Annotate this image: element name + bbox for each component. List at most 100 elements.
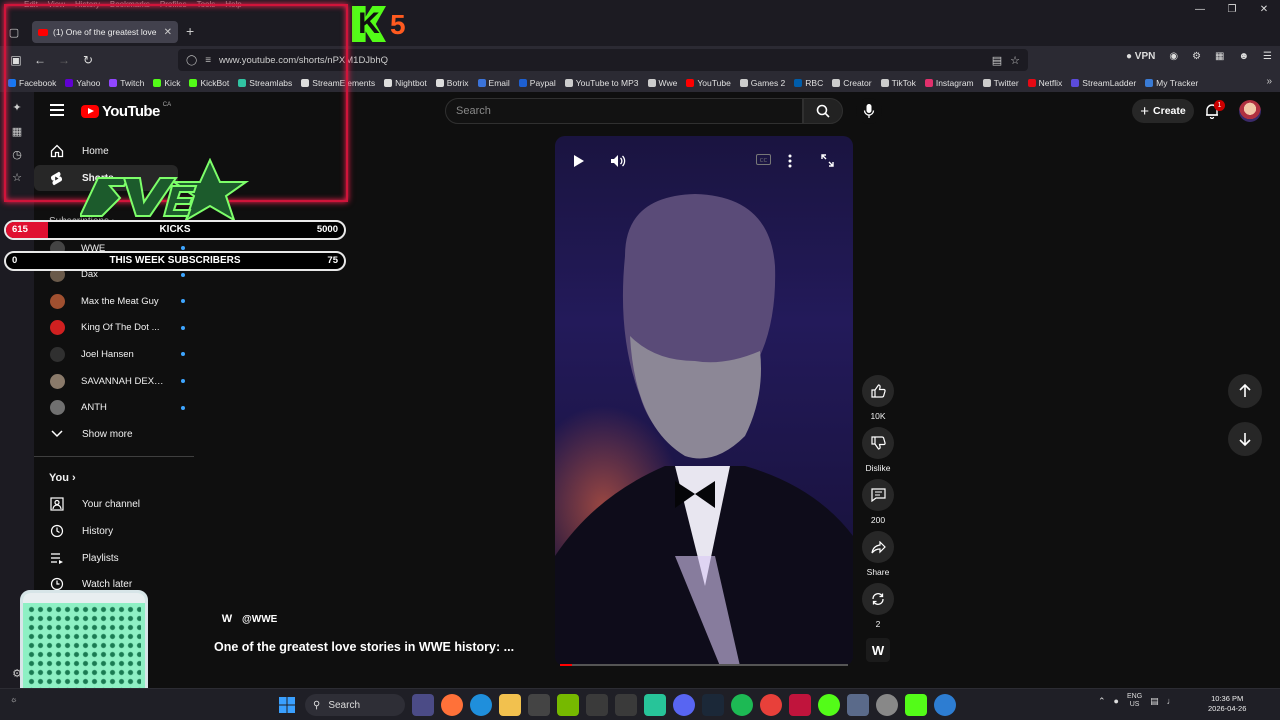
bookmark-item[interactable]: My Tracker [1145,78,1198,88]
bookmark-item[interactable]: Wwe [647,78,677,88]
bookmark-item[interactable]: Paypal [518,78,556,88]
bookmark-item[interactable]: Twitter [982,78,1019,88]
chevron-down-icon [49,427,64,442]
language-indicator[interactable]: ENG US [1127,693,1142,709]
bookmark-item[interactable]: Botrix [435,78,469,88]
kick-extension-icon[interactable]: ◉ [1169,51,1178,62]
restore-icon[interactable]: ❐ [1216,0,1248,18]
app-icon[interactable] [789,694,811,716]
vpn-button[interactable]: ● VPN [1126,51,1155,62]
menu-icon[interactable]: ☰ [1263,51,1272,62]
copilot-icon[interactable] [412,694,434,716]
bookmark-item[interactable]: RBC [794,78,823,88]
app-icon[interactable] [586,694,608,716]
bookmark-item[interactable]: StreamLadder [1071,78,1136,88]
sidebar-subscription-item[interactable]: Max the Meat Guy [34,288,194,314]
bookmark-item[interactable]: Email [477,78,510,88]
spotify-icon[interactable] [731,694,753,716]
bookmark-favicon-icon [794,79,803,87]
store-icon[interactable] [528,694,550,716]
app-icon[interactable] [934,694,956,716]
account-icon[interactable]: ☻ [1239,51,1250,62]
close-window-icon[interactable]: ✕ [1248,0,1280,18]
bookmark-label: Instagram [935,78,974,88]
sidebar-subscription-item[interactable]: SAVANNAH DEXTER [34,368,194,394]
minimize-icon[interactable]: — [1184,0,1216,18]
windows-taskbar: ☼ ⚲ Search ⌃ ● ENG US ▤ ♩ 10:36 PM 2026-… [0,688,1280,720]
previous-short-button[interactable] [1228,374,1262,408]
you-heading[interactable]: You › [49,472,76,484]
firefox-icon[interactable] [441,694,463,716]
app-icon[interactable] [615,694,637,716]
bookmark-star-icon[interactable]: ☆ [1010,54,1020,67]
plus-icon: + [1140,102,1150,120]
dislike-button[interactable] [862,427,894,459]
play-button[interactable] [573,154,591,172]
bookmarks-overflow-icon[interactable]: » [1266,76,1272,87]
more-options-button[interactable] [788,154,806,172]
shorts-video-player[interactable]: CC [555,136,853,666]
share-button[interactable] [862,531,894,563]
extensions-icon[interactable]: ⚙ [1192,51,1201,62]
sidebar-item-your-channel[interactable]: Your channel [34,491,178,517]
avatar[interactable] [1239,100,1261,122]
extension-counter-icon[interactable]: ▦ [1215,51,1224,62]
sidebar-item-history[interactable]: History [34,518,178,544]
fullscreen-button[interactable] [821,154,839,172]
tray-chevron-up-icon[interactable]: ⌃ [1098,696,1106,707]
network-icon[interactable]: ▤ [1150,696,1159,707]
bookmark-favicon-icon [1071,79,1080,87]
bookmark-label: YouTube [697,78,731,88]
captions-button[interactable]: CC [756,154,774,172]
channel-handle[interactable]: @WWE [242,614,277,625]
new-content-dot [181,405,185,410]
bookmark-favicon-icon [647,79,656,87]
reader-view-icon[interactable]: ▤ [992,54,1002,67]
bookmark-label: Nightbot [395,78,427,88]
edge-icon[interactable] [470,694,492,716]
create-button[interactable]: + Create [1132,99,1194,123]
channel-avatar [50,293,65,309]
bookmark-item[interactable]: Nightbot [384,78,427,88]
bookmark-item[interactable]: Games 2 [739,78,785,88]
volume-tray-icon[interactable]: ♩ [1167,696,1176,706]
remix-button[interactable] [862,583,894,615]
like-button[interactable] [862,375,894,407]
app-icon[interactable] [760,694,782,716]
short-title[interactable]: One of the greatest love stories in WWE … [214,640,514,654]
voice-search-button[interactable] [856,98,882,124]
taskbar-clock[interactable]: 10:36 PM 2026-04-26 [1208,694,1246,714]
sidebar-subscription-item[interactable]: Joel Hansen [34,341,194,367]
sidebar-subscription-item[interactable]: ANTH [34,395,194,421]
taskbar-search[interactable]: ⚲ Search [305,694,405,716]
channel-thumbnail-icon[interactable]: W [866,638,890,662]
comments-button[interactable] [862,479,894,511]
short-channel-row[interactable]: W @WWE [220,612,278,626]
steam-icon[interactable] [702,694,724,716]
search-input[interactable]: Search [445,98,803,124]
bookmark-item[interactable]: Instagram [924,78,974,88]
kick-icon[interactable] [818,694,840,716]
show-more-button[interactable]: Show more [34,421,178,447]
nvidia-icon[interactable] [557,694,579,716]
sidebar-subscription-item[interactable]: King Of The Dot ... [34,315,194,341]
sidebar-item-playlists[interactable]: Playlists [34,545,178,571]
kick-studio-icon[interactable] [905,694,927,716]
file-explorer-icon[interactable] [499,694,521,716]
windows-start-icon[interactable] [276,694,298,716]
discord-icon[interactable] [673,694,695,716]
bookmark-item[interactable]: Netflix [1027,78,1062,88]
weather-widget-icon[interactable]: ☼ [10,695,17,704]
bookmark-item[interactable]: YouTube to MP3 [564,78,639,88]
search-button[interactable] [803,98,843,124]
volume-button[interactable] [610,154,628,172]
app-icon[interactable] [847,694,869,716]
tray-mic-icon[interactable]: ● [1114,696,1119,706]
app-icon[interactable] [644,694,666,716]
bookmark-item[interactable]: TikTok [880,78,916,88]
obs-icon[interactable] [876,694,898,716]
bookmark-item[interactable]: YouTube [686,78,731,88]
video-progress-bar[interactable] [560,664,848,666]
next-short-button[interactable] [1228,422,1262,456]
bookmark-item[interactable]: Creator [832,78,872,88]
